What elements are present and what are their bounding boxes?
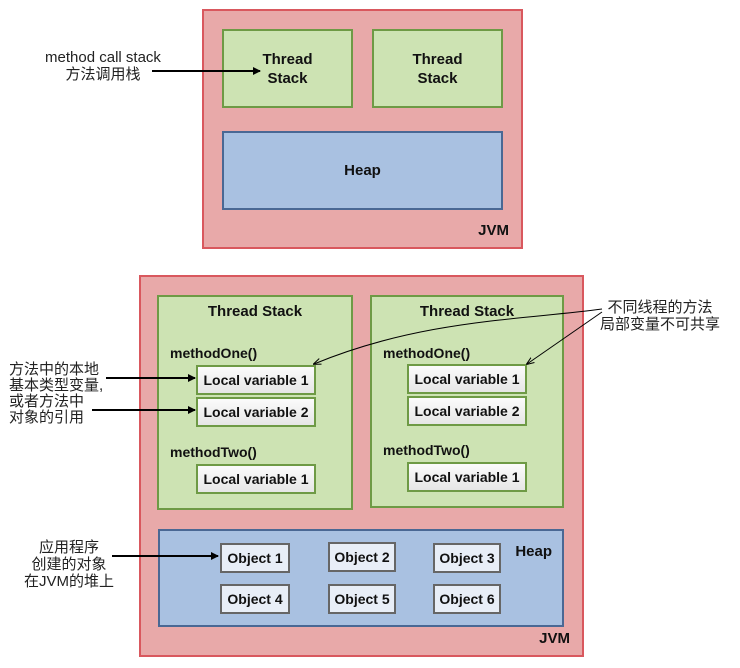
thread-stack-2-method-two-local-variable-1: Local variable 1 [407, 462, 527, 492]
thread-stack-1-method-one: methodOne() [170, 345, 258, 361]
top-jvm-label: JVM [478, 222, 509, 239]
annotation-line-zh: 方法调用栈 [65, 66, 141, 83]
thread-stack-2-method-two: methodTwo() [383, 442, 470, 458]
local-vars-line-4: 对象的引用 [9, 409, 85, 426]
thread-stack-1-method-two: methodTwo() [170, 444, 257, 460]
thread-stack-1: Thread Stack methodOne() Local variable … [157, 295, 353, 510]
bottom-jvm-label: JVM [539, 630, 570, 647]
thread-stack-1-method-two-local-variable-1: Local variable 1 [196, 464, 316, 494]
heap-objects-annotation: 应用程序 创建的对象 在JVM的堆上 [24, 539, 114, 590]
thread-stack-2-local-variable-1: Local variable 1 [407, 364, 527, 394]
local-vars-line-3: 或者方法中 [9, 393, 85, 410]
top-thread-stack-1-label: Thread Stack [262, 50, 313, 87]
heap-object-2: Object 2 [328, 542, 396, 572]
heap-object-4: Object 4 [220, 584, 290, 614]
top-thread-stack-2: Thread Stack [372, 29, 503, 108]
thread-stack-2: Thread Stack methodOne() Local variable … [370, 295, 564, 508]
heap-objects-line-2: 创建的对象 [31, 556, 107, 573]
local-variables-annotation: 方法中的本地 基本类型变量, 或者方法中 对象的引用 [9, 362, 103, 426]
top-heap-box: Heap [222, 131, 503, 210]
local-vars-line-2: 基本类型变量, [9, 377, 104, 394]
heap-object-1: Object 1 [220, 543, 290, 573]
heap-object-3: Object 3 [433, 543, 501, 573]
heap-objects-line-1: 应用程序 [39, 539, 100, 556]
thread-stack-1-local-variable-1: Local variable 1 [196, 365, 316, 395]
bottom-heap-box: Heap Object 1 Object 2 Object 3 Object 4… [158, 529, 564, 627]
not-shared-line-1: 不同线程的方法 [607, 299, 713, 316]
local-vars-line-1: 方法中的本地 [9, 361, 100, 378]
top-thread-stack-2-label: Thread Stack [412, 50, 463, 87]
thread-stack-1-title: Thread Stack [207, 303, 303, 320]
method-call-stack-annotation: method call stack 方法调用栈 [36, 49, 170, 83]
annotation-line-en: method call stack [45, 49, 161, 66]
heap-object-6: Object 6 [433, 584, 501, 614]
not-shared-line-2: 局部变量不可共享 [600, 316, 721, 333]
heap-object-5: Object 5 [328, 584, 396, 614]
thread-stack-1-local-variable-2: Local variable 2 [196, 397, 316, 427]
not-shared-annotation: 不同线程的方法 局部变量不可共享 [600, 299, 720, 333]
bottom-heap-label: Heap [515, 543, 552, 560]
thread-stack-2-method-one: methodOne() [383, 345, 471, 361]
top-heap-label: Heap [344, 162, 381, 179]
heap-objects-line-3: 在JVM的堆上 [24, 573, 115, 590]
thread-stack-2-title: Thread Stack [419, 303, 515, 320]
thread-stack-2-local-variable-2: Local variable 2 [407, 396, 527, 426]
top-thread-stack-1: Thread Stack [222, 29, 353, 108]
